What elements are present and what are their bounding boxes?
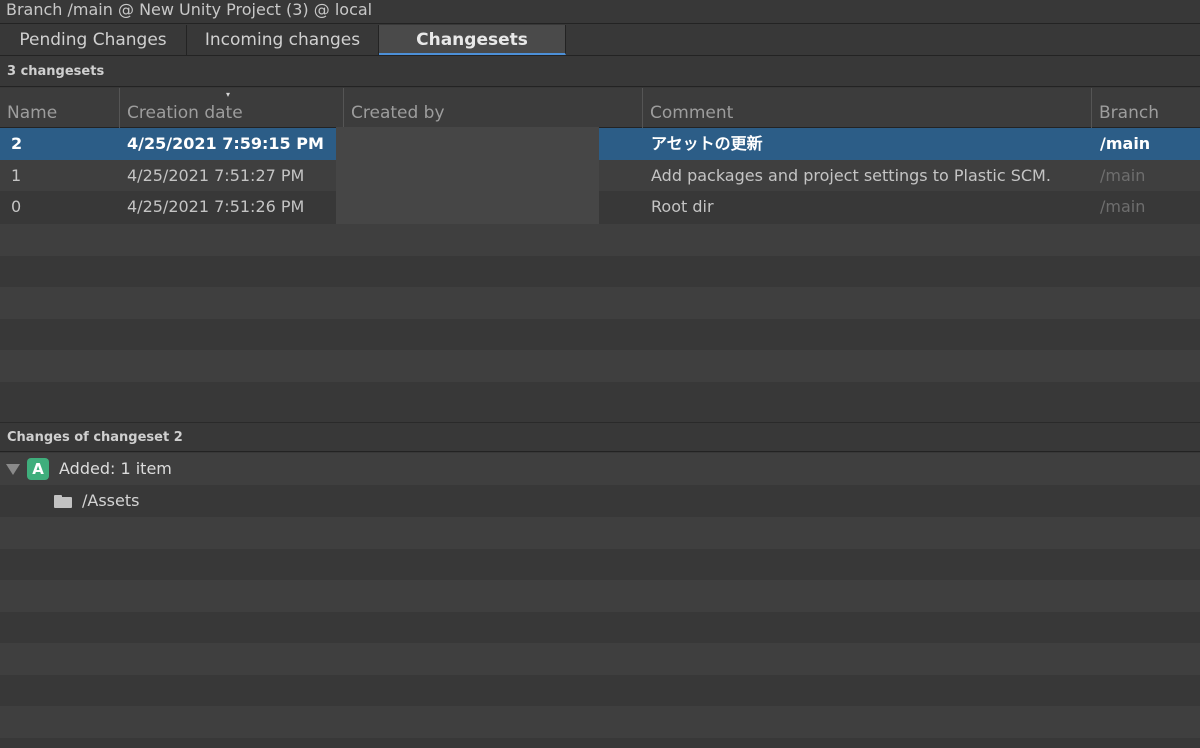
column-header-comment[interactable]: Comment	[642, 88, 1091, 128]
column-header-creation-date[interactable]: Creation date ▾	[119, 88, 343, 128]
changesets-table-body: 2 4/25/2021 7:59:15 PM アセットの更新 /main 1 4…	[0, 128, 1200, 223]
added-group-label: Added: 1 item	[59, 459, 172, 478]
changesets-empty-rows	[0, 224, 1200, 413]
window-title: Branch /main @ New Unity Project (3) @ l…	[0, 0, 1200, 24]
changeset-comment: アセットの更新	[651, 134, 763, 153]
changeset-date: 4/25/2021 7:51:27 PM	[127, 165, 305, 185]
column-header-creation-date-label: Creation date	[127, 103, 243, 123]
empty-row	[0, 611, 1200, 643]
changesets-table-header: Name Creation date ▾ Created by Comment …	[0, 88, 1200, 128]
created-by-redacted-block	[336, 127, 599, 225]
changeset-date: 4/25/2021 7:51:26 PM	[127, 197, 305, 216]
tab-pending-changes[interactable]: Pending Changes	[0, 25, 187, 55]
column-header-created-by[interactable]: Created by	[343, 88, 642, 128]
empty-row	[0, 548, 1200, 580]
changeset-comment: Root dir	[651, 197, 714, 216]
changeset-row[interactable]: 1 4/25/2021 7:51:27 PM Add packages and …	[0, 159, 1200, 191]
added-badge-icon: A	[27, 458, 49, 480]
folder-icon	[54, 495, 72, 508]
changeset-row[interactable]: 0 4/25/2021 7:51:26 PM Root dir /main	[0, 191, 1200, 223]
column-header-branch[interactable]: Branch	[1091, 88, 1200, 128]
tab-incoming-changes[interactable]: Incoming changes	[187, 25, 379, 55]
column-header-name[interactable]: Name	[0, 88, 119, 128]
changeset-name: 0	[11, 197, 22, 216]
changes-tree: A Added: 1 item /Assets	[0, 453, 1200, 517]
empty-row	[0, 224, 1200, 256]
empty-row	[0, 255, 1200, 287]
changesets-count-label: 3 changesets	[0, 57, 1200, 87]
tree-item-path: /Assets	[82, 491, 140, 510]
tree-item-assets[interactable]: /Assets	[0, 485, 1200, 517]
empty-row	[0, 350, 1200, 382]
empty-row	[0, 706, 1200, 738]
empty-row	[0, 517, 1200, 549]
empty-row	[0, 318, 1200, 350]
expand-caret-icon[interactable]	[6, 464, 20, 475]
tab-changesets[interactable]: Changesets	[379, 25, 566, 55]
empty-row	[0, 381, 1200, 413]
tree-group-added[interactable]: A Added: 1 item	[0, 453, 1200, 485]
changeset-branch: /main	[1100, 134, 1151, 153]
changes-empty-rows	[0, 517, 1200, 738]
changeset-name: 2	[11, 134, 23, 153]
changeset-comment: Add packages and project settings to Pla…	[651, 165, 1051, 185]
changeset-name: 1	[11, 165, 22, 185]
changeset-branch: /main	[1100, 197, 1146, 216]
changeset-date: 4/25/2021 7:59:15 PM	[127, 134, 324, 153]
empty-row	[0, 287, 1200, 319]
empty-row	[0, 643, 1200, 675]
sort-descending-icon: ▾	[226, 90, 231, 99]
tab-bar: Pending Changes Incoming changes Changes…	[0, 25, 1200, 56]
changeset-row[interactable]: 2 4/25/2021 7:59:15 PM アセットの更新 /main	[0, 128, 1200, 160]
changeset-branch: /main	[1100, 165, 1146, 185]
empty-row	[0, 674, 1200, 706]
changes-section-title: Changes of changeset 2	[0, 422, 1200, 452]
empty-row	[0, 580, 1200, 612]
